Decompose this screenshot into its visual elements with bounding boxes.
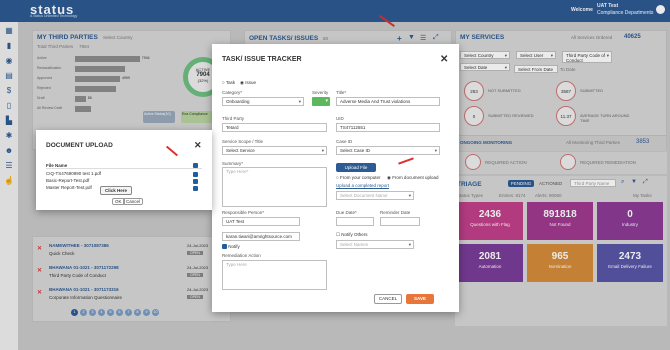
cancel-label: Cancel (123, 198, 144, 205)
radio-issue[interactable]: ◉ Issue (240, 80, 256, 86)
file-name: Master Report-Test.pdf (46, 185, 92, 190)
save-button[interactable]: SAVE (406, 294, 434, 304)
notify-names-select[interactable]: Select Names (336, 240, 414, 249)
file-table-header: File Name (46, 163, 202, 169)
summary-label: Summary* (222, 161, 244, 166)
from-computer-label: From your computer (339, 175, 381, 180)
file-row[interactable]: Basic-Report-Test.pdf (46, 178, 202, 185)
radio-from-upload[interactable]: ◉ From document upload (387, 175, 438, 181)
close-icon[interactable]: ✕ (194, 140, 202, 151)
case-label: Case ID (336, 139, 353, 144)
radio-task-label: Task (225, 80, 236, 85)
notify-others-label: Notify Others (341, 232, 368, 237)
severity-label: Severity (312, 90, 329, 95)
close-icon[interactable]: ✕ (440, 54, 448, 65)
document-select[interactable]: Select Document Name (336, 191, 414, 200)
severity-select[interactable]: ▾ (312, 97, 330, 106)
notify-checkbox[interactable]: Notify (222, 244, 240, 250)
select-all-checkbox[interactable] (193, 163, 198, 168)
reminder-date-input[interactable] (380, 217, 420, 226)
file-name: CIQ-TS47690990 test 1.pdf (46, 171, 102, 176)
upload-report-link[interactable]: Upload a completed report (336, 183, 389, 188)
cancel-button[interactable]: CANCEL (374, 294, 402, 304)
category-label: Category* (222, 90, 243, 95)
due-date-input[interactable] (336, 217, 374, 226)
modal-title: DOCUMENT UPLOAD (46, 142, 113, 149)
file-checkbox[interactable] (193, 186, 198, 191)
tooltip: Click Here (100, 186, 132, 195)
responsible-email[interactable]: karan.tiwari@amrightsource.com (222, 232, 300, 241)
responsible-label: Responsible Person* (222, 210, 265, 215)
uid-label: UID (336, 116, 344, 121)
service-select[interactable]: Select Service (222, 146, 327, 155)
category-select[interactable]: Onboarding (222, 97, 304, 106)
title-label: Title* (336, 90, 347, 95)
modal-title: TASK/ ISSUE TRACKER (222, 56, 302, 63)
from-upload-label: From document upload (392, 175, 439, 180)
file-name-header: File Name (46, 163, 68, 168)
file-checkbox[interactable] (193, 172, 198, 177)
remediation-label: Remediation Action (222, 253, 261, 258)
third-party-label: Third Party (222, 116, 245, 121)
title-input[interactable]: Adverse Media And Trust violations (336, 97, 440, 106)
responsible-input[interactable]: UAT Test (222, 217, 300, 226)
notify-label: Notify (228, 244, 240, 249)
file-checkbox[interactable] (193, 179, 198, 184)
service-scope-label: Service Scope / Title (222, 139, 264, 144)
task-tracker-modal: TASK/ ISSUE TRACKER ✕ ○ Task ◉ Issue Cat… (212, 44, 459, 312)
reminder-date-label: Reminder Date (380, 210, 411, 215)
radio-from-computer[interactable]: ○ From your computer (336, 175, 380, 180)
upload-file-button[interactable]: Upload File (336, 163, 376, 172)
radio-task[interactable]: ○ Task (222, 80, 235, 85)
third-party-input[interactable]: Tetard (222, 123, 327, 132)
remediation-textarea[interactable]: Type Here (222, 260, 327, 290)
case-select[interactable]: Select Case ID (336, 146, 440, 155)
uid-input[interactable]: TS47112551 (336, 123, 440, 132)
radio-issue-label: Issue (245, 80, 256, 85)
summary-textarea[interactable]: Type Here* (222, 167, 327, 207)
notify-others-checkbox[interactable]: ☐ Notify Others (336, 232, 368, 238)
document-upload-modal: DOCUMENT UPLOAD ✕ File Name CIQ-TS476909… (36, 130, 212, 210)
file-name: Basic-Report-Test.pdf (46, 178, 90, 183)
cancel-doc-button[interactable]: Cancel (123, 198, 144, 205)
file-row[interactable]: CIQ-TS47690990 test 1.pdf (46, 171, 202, 178)
due-date-label: Due Date* (336, 210, 357, 215)
